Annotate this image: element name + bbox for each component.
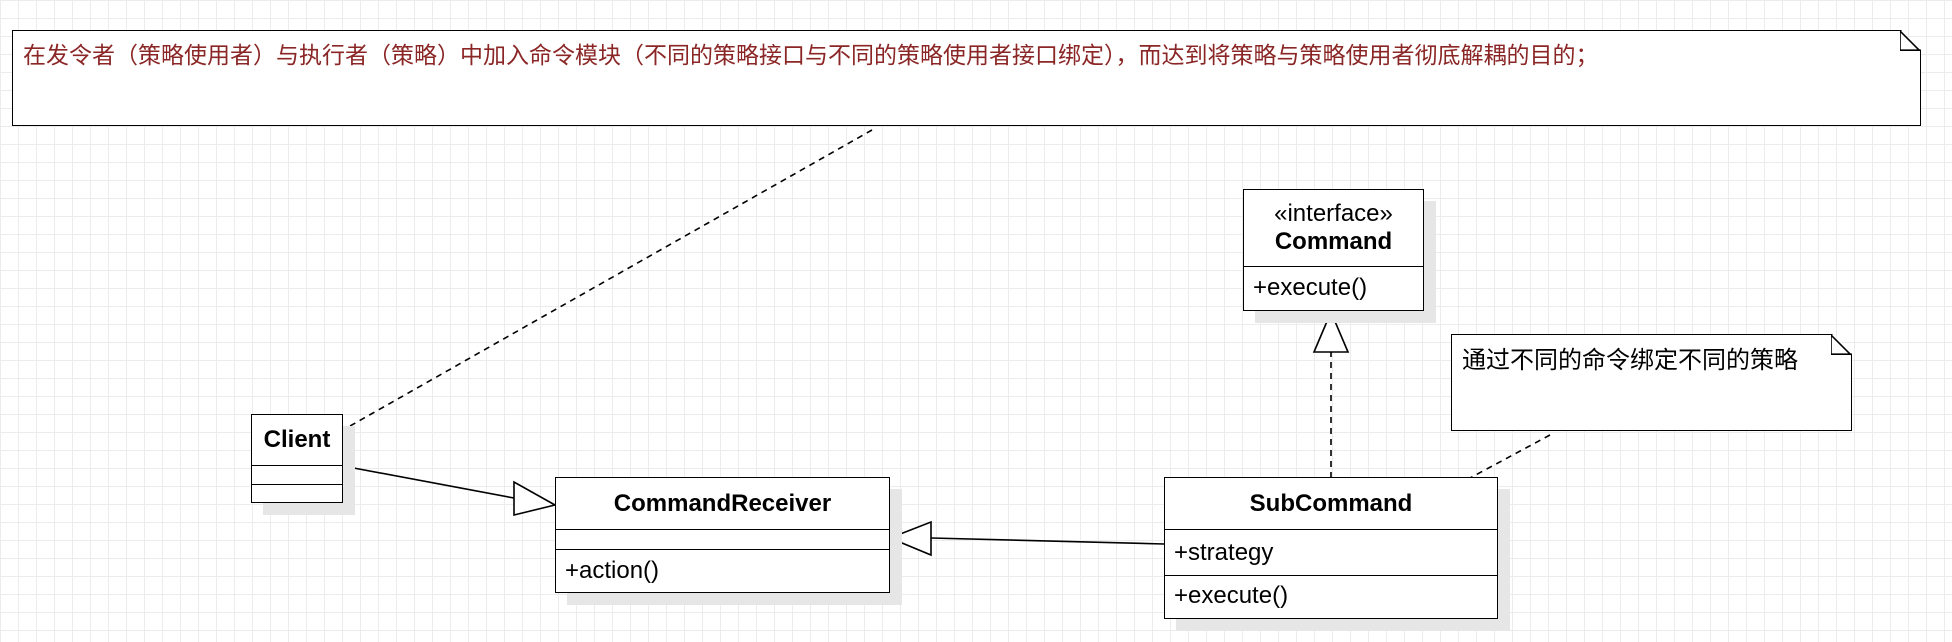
note-top[interactable]: 在发令者（策略使用者）与执行者（策略）中加入命令模块（不同的策略接口与不同的策略… [12, 30, 1921, 126]
class-command-header: «interface» Command [1244, 190, 1423, 267]
class-subcommand-attributes: +strategy [1165, 530, 1497, 576]
class-client-name: Client [263, 426, 331, 453]
class-command-method: +execute() [1253, 274, 1368, 301]
class-receiver-attributes [556, 530, 889, 550]
class-receiver-header: CommandReceiver [556, 478, 889, 530]
generalization-subcommand-line[interactable] [930, 537, 1165, 545]
class-command-receiver[interactable]: CommandReceiver +action() [555, 477, 890, 593]
class-receiver-method: +action() [565, 556, 660, 584]
class-client-header: Client [252, 415, 342, 466]
class-subcommand-method: +execute() [1174, 582, 1289, 609]
note-side[interactable]: 通过不同的命令绑定不同的策略 [1451, 334, 1852, 431]
class-client-methods [252, 485, 342, 502]
generalization-client-line[interactable] [342, 465, 515, 499]
generalization-subcommand-arrowhead [887, 520, 932, 557]
generalization-client-arrowhead [513, 480, 558, 517]
class-subcommand-methods: +execute() [1165, 576, 1497, 616]
note-top-text: 在发令者（策略使用者）与执行者（策略）中加入命令模块（不同的策略接口与不同的策略… [23, 42, 1599, 68]
uml-canvas: 在发令者（策略使用者）与执行者（策略）中加入命令模块（不同的策略接口与不同的策略… [0, 0, 1952, 642]
class-subcommand[interactable]: SubCommand +strategy +execute() [1164, 477, 1498, 619]
class-command-stereotype: «interface» [1274, 200, 1393, 227]
class-client-attributes [252, 466, 342, 485]
class-command-name: Command [1274, 228, 1393, 255]
class-subcommand-attribute: +strategy [1174, 538, 1274, 566]
realization-arrowhead [1312, 309, 1350, 353]
class-client[interactable]: Client [251, 414, 343, 503]
class-subcommand-name: SubCommand [1249, 489, 1413, 517]
note-anchor-subcommand[interactable] [1469, 434, 1551, 479]
class-command[interactable]: «interface» Command +execute() [1243, 189, 1424, 311]
class-command-methods: +execute() [1244, 267, 1423, 309]
note-side-text: 通过不同的命令绑定不同的策略 [1462, 347, 1798, 374]
class-receiver-name: CommandReceiver [613, 489, 832, 517]
class-receiver-methods: +action() [556, 550, 889, 591]
class-subcommand-header: SubCommand [1165, 478, 1497, 530]
note-anchor-client[interactable] [342, 129, 873, 431]
